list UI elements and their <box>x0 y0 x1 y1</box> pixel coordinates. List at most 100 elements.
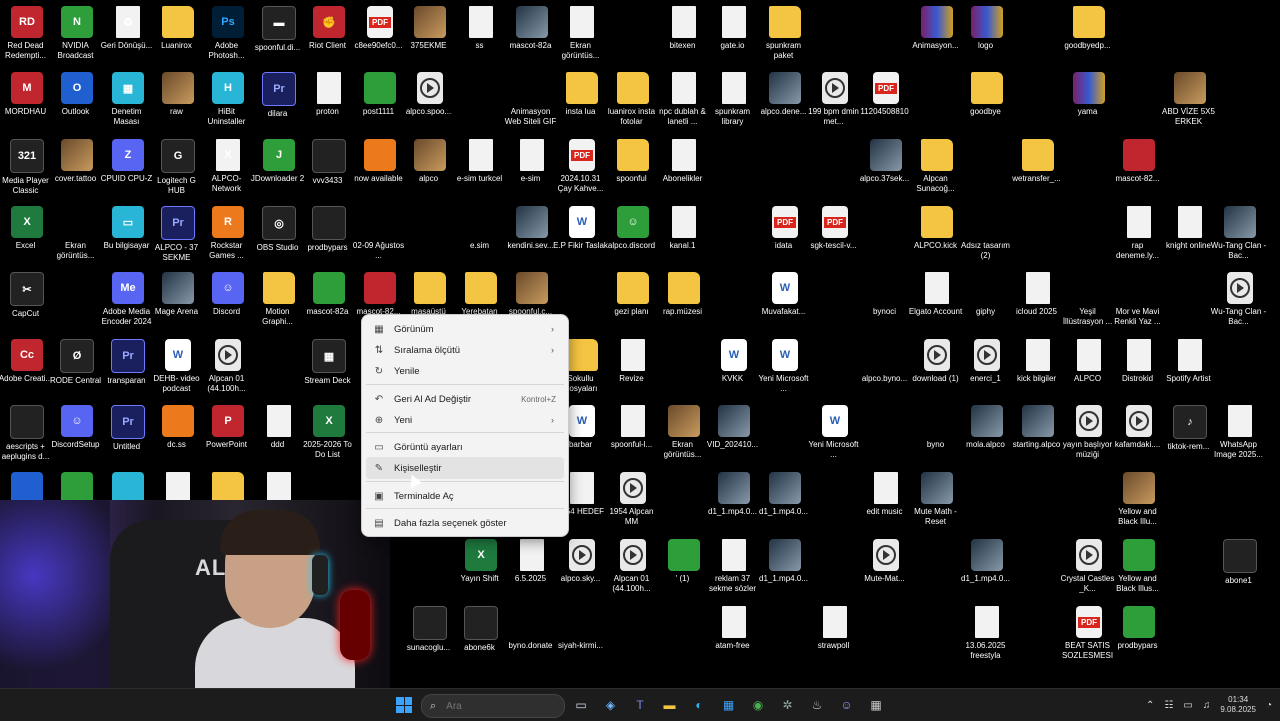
desktop-icon[interactable]: siyah-kirmi... <box>557 606 607 651</box>
desktop-icon[interactable]: d1_1.mp4.0... <box>759 539 810 584</box>
desktop-icon[interactable]: alpco.byno... <box>861 339 911 384</box>
taskbar-edge-icon[interactable]: ◐ <box>688 694 710 716</box>
menu-item-open-terminal[interactable]: ▣ Terminalde Aç <box>366 485 564 507</box>
desktop-icon[interactable]: d1_1.mp4.0... <box>708 472 759 517</box>
desktop-icon[interactable]: 02-09 Ağustos ... <box>353 206 405 261</box>
desktop-icon[interactable]: proton <box>304 72 354 117</box>
desktop-icon[interactable]: PDF idata <box>760 206 810 251</box>
taskbar-stream-deck-icon[interactable]: ▦ <box>865 694 887 716</box>
desktop-icon[interactable]: ☺ DiscordSetup <box>51 405 102 450</box>
desktop-icon[interactable]: luanirox insta fotolar <box>608 72 658 127</box>
desktop-icon[interactable]: prodbypars <box>1114 606 1164 651</box>
desktop-icon[interactable]: 199 bpm dmin met... <box>808 72 860 127</box>
desktop-icon[interactable]: ALPCO.kick <box>912 206 962 251</box>
desktop-icon[interactable]: abone1 <box>1215 539 1265 586</box>
desktop-icon[interactable]: bynoci <box>861 272 911 317</box>
desktop-icon[interactable]: abone6k <box>456 606 506 653</box>
desktop-icon[interactable]: W Yeni Microsoft ... <box>809 405 860 460</box>
desktop-icon[interactable]: Pr transparan <box>103 339 153 386</box>
menu-item-view[interactable]: ▦ Görünüm › <box>366 318 564 340</box>
desktop-icon[interactable]: Motion Graphi... <box>254 272 304 327</box>
desktop-icon[interactable]: mascot-82... <box>355 272 405 317</box>
desktop-icon[interactable]: rap deneme.ly... <box>1114 206 1164 261</box>
taskbar-settings-icon[interactable]: ✲ <box>777 694 799 716</box>
desktop-icon[interactable]: Pr Untitled <box>103 405 153 452</box>
desktop-icon[interactable]: RD Red Dead Redempti... <box>2 6 52 61</box>
menu-item-sort-by[interactable]: ⇅ Sıralama ölçütü › <box>366 339 564 361</box>
taskbar-folder-icon[interactable]: ▬ <box>659 694 681 716</box>
menu-item-show-more-options[interactable]: ▤ Daha fazla seçenek göster <box>366 512 564 534</box>
desktop-icon[interactable]: Ekran görüntüs... <box>659 405 709 460</box>
desktop-icon[interactable]: reklam 37 sekme sözler <box>709 539 759 594</box>
desktop-icon[interactable]: W Yeni Microsoft ... <box>759 339 810 394</box>
desktop-icon[interactable]: kick bilgiler <box>1013 339 1063 384</box>
desktop-icon[interactable]: giphy <box>962 272 1012 317</box>
desktop-icon[interactable]: ss <box>456 6 506 51</box>
network-icon[interactable]: ☷ <box>1164 700 1173 711</box>
desktop-icon[interactable]: P PowerPoint <box>203 405 253 450</box>
desktop-icon[interactable]: d1_1.mp4.0... <box>961 539 1012 584</box>
desktop-icon[interactable]: Ekran görüntüs... <box>557 6 607 61</box>
notification-bell-icon[interactable]: ◔ <box>1266 700 1272 711</box>
desktop-icon[interactable]: edit music <box>861 472 911 517</box>
desktop-icon[interactable]: Adsız tasarım (2) <box>961 206 1012 261</box>
desktop-icon[interactable]: aescripts + aeplugins d... <box>2 405 52 462</box>
desktop-icon[interactable]: Yeşil İllüstrasyon ... <box>1063 272 1114 327</box>
desktop-icon[interactable]: download (1) <box>912 339 962 384</box>
taskbar-copilot-icon[interactable]: ◈ <box>600 694 622 716</box>
desktop-icon[interactable]: ♻ Geri Dönüşü... <box>101 6 153 51</box>
desktop-icon[interactable]: 375EKME <box>405 6 455 51</box>
desktop-icon[interactable]: strawpoll <box>810 606 860 651</box>
desktop-icon[interactable]: Wu-Tang Clan - Bac... <box>1211 206 1266 261</box>
menu-item-undo-rename[interactable]: ↶ Geri Al Ad Değiştir Kontrol+Z <box>366 388 564 410</box>
desktop-icon[interactable]: masaüstü <box>405 272 455 317</box>
desktop-icon[interactable]: Elgato Account <box>909 272 962 317</box>
desktop-icon[interactable]: alpco.37sek... <box>860 139 911 184</box>
desktop-icon[interactable]: spoonful.c... <box>507 272 557 317</box>
desktop-icon[interactable]: e-sim <box>507 139 557 184</box>
desktop-icon[interactable]: spoonful <box>608 139 658 184</box>
desktop-icon[interactable]: Ps Adobe Photosh... <box>203 6 253 61</box>
desktop-icon[interactable]: e.sim <box>456 206 506 251</box>
desktop-icon[interactable]: starting.alpco <box>1013 405 1063 450</box>
desktop-icon[interactable]: R Rockstar Games ... <box>203 206 253 261</box>
desktop-icon[interactable]: alpco <box>405 139 455 184</box>
desktop-icon[interactable]: atam-free <box>709 606 759 651</box>
desktop-icon[interactable]: PDF c8ee90efc0... <box>354 6 405 51</box>
desktop-icon[interactable]: kafamdaki.... <box>1114 405 1164 450</box>
desktop-icon[interactable]: ▦ Denetim Masası <box>103 72 153 127</box>
desktop-icon[interactable]: PDF BEAT SATIS SOZLESMESI <box>1062 606 1114 661</box>
desktop-icon[interactable]: H HiBit Uninstaller <box>203 72 253 127</box>
menu-item-refresh[interactable]: ↻ Yenile <box>366 360 564 382</box>
desktop-icon[interactable]: ♪ tiktok-rem... <box>1165 405 1215 452</box>
desktop-icon[interactable]: Ekran görüntüs... <box>52 206 102 261</box>
desktop-icon[interactable]: X Yayın Shift <box>456 539 506 584</box>
desktop-icon[interactable]: G Logitech G HUB <box>153 139 203 196</box>
desktop-icon[interactable]: alpco.sky... <box>557 539 607 584</box>
desktop-icon[interactable]: M MORDHAU <box>2 72 52 117</box>
desktop-icon[interactable]: mascot-82a <box>304 272 354 317</box>
taskbar-chrome-icon[interactable]: ◉ <box>747 694 769 716</box>
desktop-icon[interactable]: post1111 <box>355 72 405 117</box>
chevron-up-icon[interactable]: ⌃ <box>1146 700 1154 711</box>
desktop-icon[interactable]: ddd <box>254 405 304 450</box>
desktop-icon[interactable]: 6.5.2025 <box>507 539 557 584</box>
desktop-icon[interactable]: Yellow and Black Illu... <box>1114 472 1164 527</box>
desktop-icon[interactable]: ▭ Bu bilgisayar <box>103 206 153 251</box>
menu-item-personalize[interactable]: ✎ Kişiselleştir <box>366 457 564 479</box>
desktop-icon[interactable]: goodbye <box>962 72 1012 117</box>
desktop-icon[interactable]: kanal.1 <box>659 206 709 251</box>
desktop-icon[interactable]: insta lua <box>557 72 607 117</box>
menu-item-new[interactable]: ⊕ Yeni › <box>366 409 564 431</box>
desktop-icon[interactable]: Alpcan 01 (44.100h... <box>203 339 253 394</box>
desktop-icon[interactable]: ☺ alpco.discord <box>608 206 658 251</box>
desktop-icon[interactable]: spunkram library <box>709 72 759 127</box>
desktop-icon[interactable]: alpco.dene... <box>760 72 810 117</box>
desktop-icon[interactable]: Animasyon... <box>912 6 962 51</box>
desktop-icon[interactable]: X 2025-2026 To Do List <box>303 405 354 460</box>
desktop-icon[interactable]: npc dublah & lanetli ... <box>659 72 709 127</box>
desktop-icon[interactable]: byno <box>912 405 962 450</box>
desktop-icon[interactable]: ▬ spoonful.di... <box>254 6 304 53</box>
desktop-icon[interactable]: Mute-Mat... <box>861 539 911 584</box>
desktop-icon[interactable]: Me Adobe Media Encoder 2024 <box>102 272 153 327</box>
